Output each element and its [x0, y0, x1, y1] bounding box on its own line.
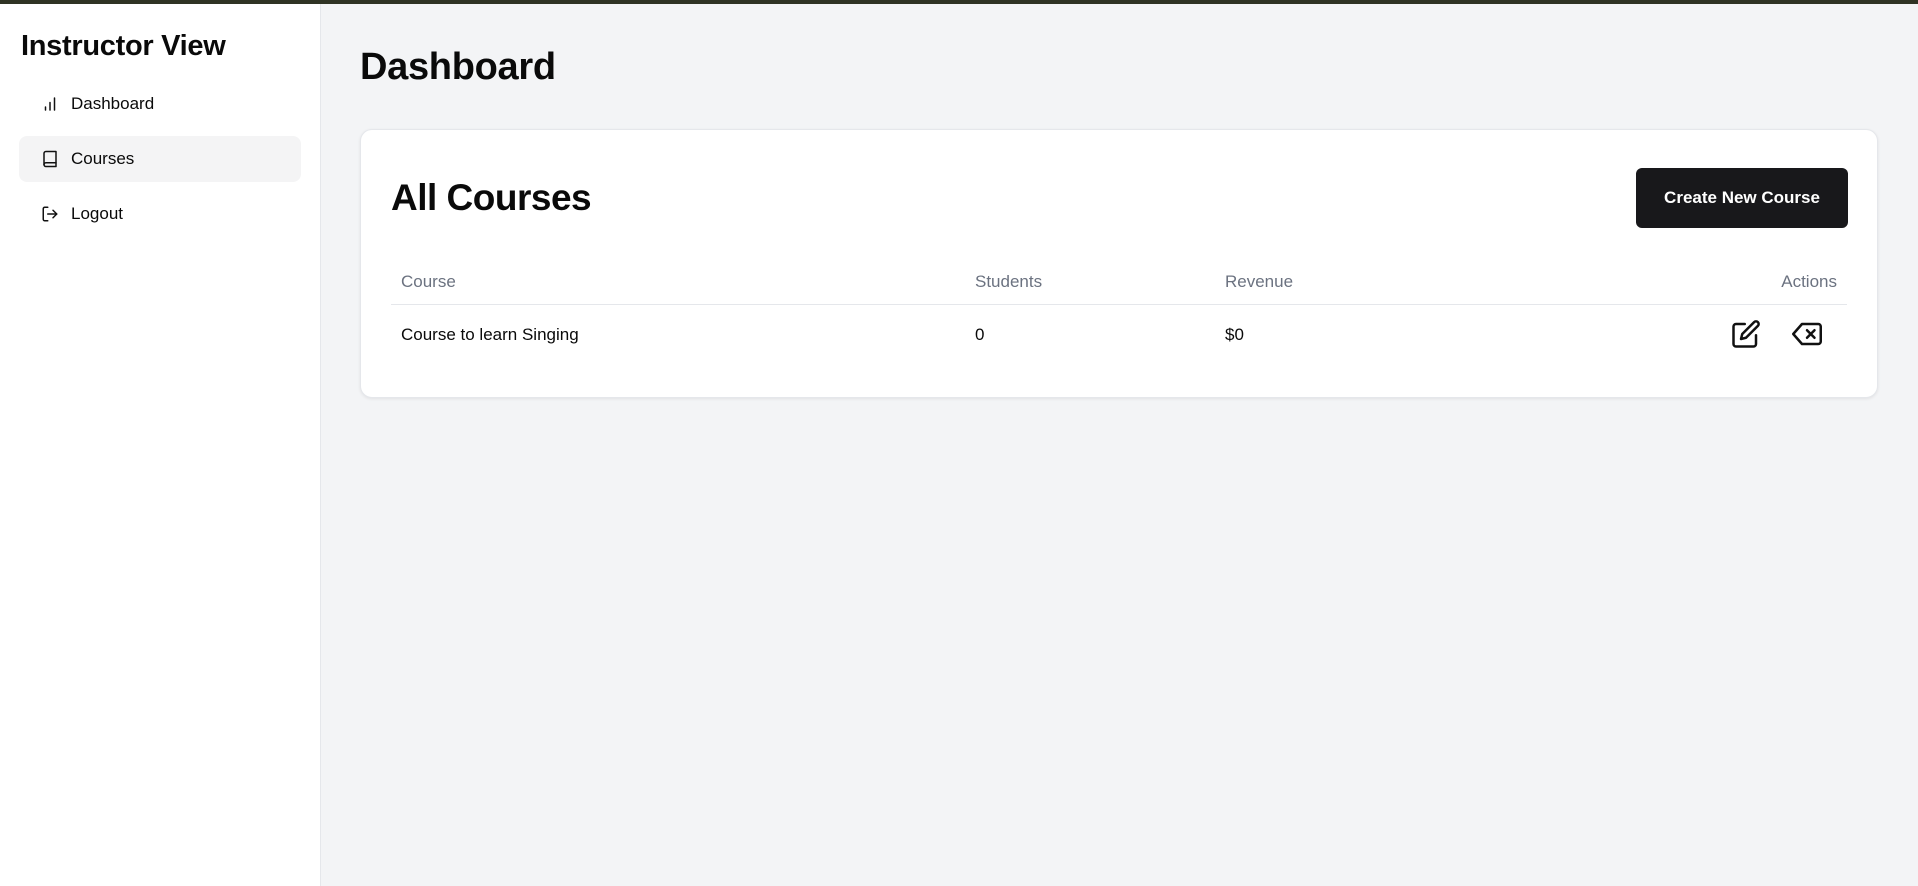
sidebar-item-dashboard[interactable]: Dashboard	[19, 81, 301, 127]
actions-cell	[1535, 304, 1847, 366]
courses-table: Course Students Revenue Actions Course t…	[391, 260, 1847, 366]
column-header-students: Students	[965, 260, 1215, 305]
table-header-row: Course Students Revenue Actions	[391, 260, 1847, 305]
students-cell: 0	[975, 325, 985, 345]
column-header-course: Course	[391, 260, 965, 305]
sidebar: Instructor View Dashboard Courses Logout	[0, 4, 321, 886]
sidebar-item-label: Logout	[71, 204, 123, 223]
delete-course-button[interactable]	[1789, 317, 1825, 353]
column-header-actions: Actions	[1535, 260, 1847, 305]
sidebar-item-label: Dashboard	[71, 94, 155, 113]
page-title: Dashboard	[360, 46, 556, 88]
delete-icon	[1792, 319, 1822, 352]
card-header: All Courses Create New Course	[391, 168, 1848, 228]
logout-icon	[41, 205, 59, 223]
edit-icon	[1731, 319, 1761, 352]
sidebar-title: Instructor View	[21, 30, 226, 62]
sidebar-item-logout[interactable]: Logout	[19, 191, 301, 237]
course-name-cell: Course to learn Singing	[401, 325, 579, 345]
sidebar-item-courses[interactable]: Courses	[19, 136, 301, 182]
column-header-revenue: Revenue	[1215, 260, 1535, 305]
book-icon	[41, 150, 59, 168]
create-new-course-button[interactable]: Create New Course	[1636, 168, 1848, 228]
edit-course-button[interactable]	[1728, 317, 1764, 353]
main-content: Dashboard All Courses Create New Course …	[321, 4, 1918, 886]
bar-chart-icon	[41, 95, 59, 113]
sidebar-item-label: Courses	[71, 149, 135, 168]
table-row: Course to learn Singing 0 $0	[391, 304, 1847, 366]
courses-card: All Courses Create New Course Course Stu…	[360, 129, 1878, 398]
card-title: All Courses	[391, 177, 592, 218]
table-header: Course Students Revenue Actions	[391, 260, 1847, 305]
sidebar-nav: Dashboard Courses Logout	[19, 81, 301, 237]
revenue-cell: $0	[1225, 325, 1244, 345]
table-body: Course to learn Singing 0 $0	[391, 304, 1847, 366]
app-layout: Instructor View Dashboard Courses Logout…	[0, 4, 1918, 886]
